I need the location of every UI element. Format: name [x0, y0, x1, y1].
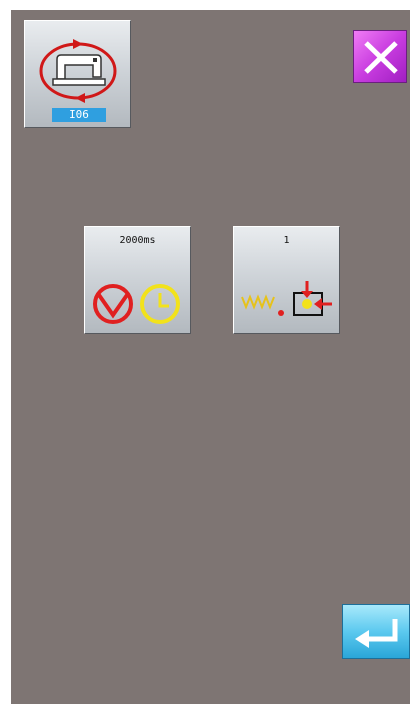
mode-label: I06	[52, 108, 106, 122]
close-button[interactable]	[353, 30, 407, 83]
count-setting-button[interactable]: 1	[233, 226, 340, 334]
time-setting-button[interactable]: 2000ms	[84, 226, 191, 334]
motor-valve-icon	[93, 284, 133, 324]
needle-position-icon	[293, 281, 332, 316]
thread-spring-icon	[241, 294, 284, 316]
close-x-icon	[364, 41, 398, 74]
enter-button[interactable]	[342, 604, 410, 659]
screen-panel: I06 2000ms 1	[11, 10, 410, 704]
mode-tile[interactable]: I06	[24, 20, 131, 128]
enter-return-icon	[355, 619, 398, 648]
clock-icon	[140, 284, 180, 324]
